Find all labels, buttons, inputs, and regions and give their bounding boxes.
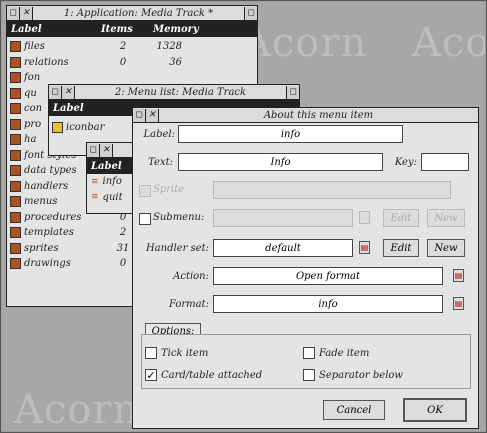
acorn-watermark: Acorn: [14, 387, 140, 431]
resource-icon: [10, 180, 21, 192]
resource-icon: [10, 165, 21, 177]
resource-icon: [10, 149, 21, 161]
card-table-checkbox[interactable]: ✓: [145, 369, 157, 382]
separator-below-checkbox[interactable]: [303, 369, 315, 381]
format-menu-icon[interactable]: ▤: [453, 297, 464, 310]
fade-item-label: Fade item: [319, 348, 370, 359]
handler-set-caption: Handler set:: [145, 243, 209, 254]
menu-items-window[interactable]: ◻ ✕ Label ≡ info ≡ quit: [86, 142, 138, 214]
dialog-title: About this menu item: [263, 109, 374, 121]
card-table-label: Card/table attached: [161, 370, 263, 381]
back-icon[interactable]: ◻: [7, 6, 20, 20]
window-title: 1: Application: Media Track *: [63, 7, 214, 19]
resource-icon: [10, 227, 21, 239]
title-bar[interactable]: ◻ ✕ 2: Menu list: Media Track ◻: [49, 85, 299, 100]
desktop: Acorn Acorn Acorn ◻ ✕ 1: Application: Me…: [2, 2, 485, 431]
item-icon: ≡: [91, 176, 99, 187]
text-caption: Text:: [148, 157, 173, 168]
sprite-caption: Sprite: [153, 184, 185, 195]
separator-below-label: Separator below: [319, 370, 403, 381]
handler-menu-icon[interactable]: ▤: [359, 241, 370, 254]
close-icon[interactable]: ✕: [20, 6, 33, 20]
resource-icon: [10, 72, 21, 84]
resource-icon: [10, 258, 21, 270]
title-bar[interactable]: ◻ ✕ 1: Application: Media Track * ◻: [7, 6, 257, 21]
acorn-watermark: Acorn: [242, 20, 368, 66]
close-icon[interactable]: ✕: [100, 143, 113, 157]
screenshot-frame: Acorn Acorn Acorn ◻ ✕ 1: Application: Me…: [0, 0, 487, 433]
back-icon[interactable]: ◻: [49, 85, 62, 99]
submenu-edit-button[interactable]: Edit: [383, 209, 419, 227]
key-field[interactable]: [421, 153, 469, 171]
back-icon[interactable]: ◻: [133, 108, 146, 122]
resource-icon: [10, 87, 21, 99]
submenu-field[interactable]: [213, 209, 353, 227]
column-header: Label: [87, 158, 137, 174]
title-bar[interactable]: ◻ ✕ About this menu item: [133, 108, 478, 123]
handler-edit-button[interactable]: Edit: [383, 239, 419, 257]
label-caption: Label:: [143, 129, 176, 140]
tick-item-checkbox[interactable]: [145, 347, 157, 359]
fade-item-checkbox[interactable]: [303, 347, 315, 359]
toggle-size-icon[interactable]: ◻: [286, 85, 299, 99]
resource-icon: [10, 56, 21, 68]
submenu-checkbox[interactable]: [139, 213, 151, 225]
list-item[interactable]: files 2 1328: [7, 39, 257, 55]
resource-icon: [10, 41, 21, 53]
format-field[interactable]: info: [213, 295, 443, 313]
header-items: Items: [101, 23, 133, 35]
list-item[interactable]: relations 0 36: [7, 55, 257, 71]
toggle-size-icon[interactable]: ◻: [244, 6, 257, 20]
format-caption: Format:: [168, 299, 209, 310]
list-item[interactable]: ≡ quit: [87, 190, 137, 206]
close-icon[interactable]: ✕: [62, 85, 75, 99]
sprite-checkbox[interactable]: [139, 185, 151, 197]
resource-icon: [10, 118, 21, 130]
label-field[interactable]: info: [178, 125, 403, 143]
menu-icon: [52, 122, 63, 134]
resource-icon: [10, 211, 21, 223]
resource-icon: [10, 242, 21, 254]
handler-new-button[interactable]: New: [427, 239, 465, 257]
cancel-button[interactable]: Cancel: [323, 400, 385, 420]
column-header: Label Items Memory: [7, 21, 257, 37]
about-menu-item-dialog[interactable]: ◻ ✕ About this menu item Label: info Tex…: [132, 107, 479, 429]
header-memory: Memory: [153, 23, 199, 35]
ok-button[interactable]: OK: [403, 398, 467, 422]
resource-icon: [10, 103, 21, 115]
window-title: 2: Menu list: Media Track: [114, 86, 247, 98]
submenu-menu-icon[interactable]: [359, 211, 370, 224]
resource-icon: [10, 134, 21, 146]
submenu-new-button[interactable]: New: [427, 209, 465, 227]
action-menu-icon[interactable]: ▤: [453, 269, 464, 282]
item-icon: ≡: [91, 192, 99, 203]
action-caption: Action:: [173, 271, 209, 282]
title-bar[interactable]: ◻ ✕: [87, 143, 137, 158]
header-label: Label: [11, 23, 42, 35]
close-icon[interactable]: ✕: [146, 108, 159, 122]
tick-item-label: Tick item: [161, 348, 209, 359]
action-field[interactable]: Open format: [213, 267, 443, 285]
text-field[interactable]: Info: [178, 153, 383, 171]
key-caption: Key:: [394, 157, 417, 168]
handler-set-field[interactable]: default: [213, 239, 353, 257]
list-item[interactable]: ≡ info: [87, 174, 137, 190]
acorn-watermark: Acorn: [412, 20, 485, 66]
resource-icon: [10, 196, 21, 208]
back-icon[interactable]: ◻: [87, 143, 100, 157]
submenu-caption: Submenu:: [153, 212, 205, 223]
sprite-field[interactable]: [213, 181, 451, 199]
